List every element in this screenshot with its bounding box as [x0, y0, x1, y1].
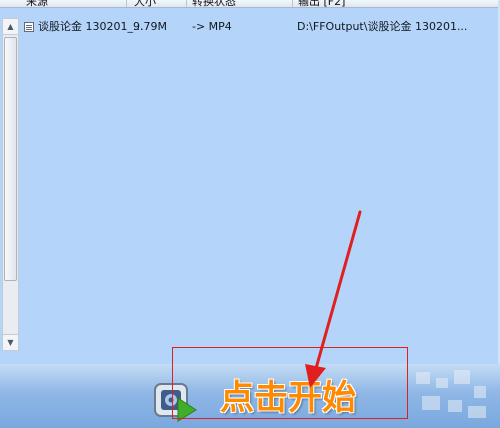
column-header: 来源 大小 转换状态 输出 [F2]: [0, 0, 498, 8]
column-divider[interactable]: [186, 0, 187, 7]
column-divider[interactable]: [292, 0, 293, 7]
column-divider[interactable]: [126, 0, 127, 7]
column-header-size[interactable]: 大小: [134, 0, 156, 7]
annotation-box: [172, 347, 408, 419]
column-header-status[interactable]: 转换状态: [192, 0, 236, 7]
file-size: 9.79M: [133, 20, 167, 33]
column-header-source[interactable]: 来源: [26, 0, 48, 7]
vertical-scrollbar[interactable]: ▲ ▼: [2, 18, 19, 351]
file-icon: [24, 22, 34, 32]
scroll-thumb[interactable]: [4, 37, 17, 281]
file-name: 谈股论金 130201_...: [38, 20, 144, 33]
watermark: [412, 368, 498, 424]
scroll-down-button[interactable]: ▼: [3, 334, 18, 350]
column-header-output[interactable]: 输出 [F2]: [298, 0, 345, 7]
file-row[interactable]: 谈股论金 130201_... 9.79M -> MP4 D:\FFOutput…: [24, 19, 494, 35]
file-status: -> MP4: [192, 20, 232, 33]
file-output-path: D:\FFOutput\谈股论金 130201...: [297, 20, 468, 33]
scroll-up-button[interactable]: ▲: [3, 19, 18, 35]
file-list[interactable]: ▲ ▼ 谈股论金 130201_... 9.79M -> MP4 D:\FFOu…: [0, 8, 498, 364]
